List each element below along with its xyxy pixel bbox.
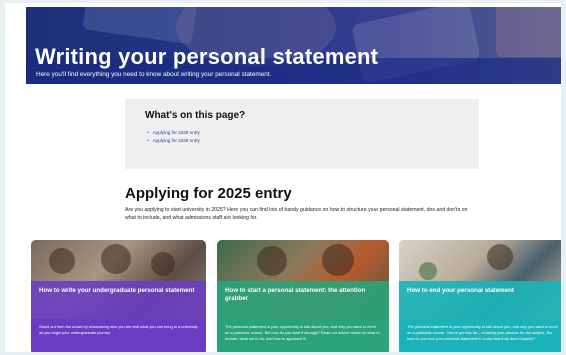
hero-photo-shape bbox=[496, 7, 561, 57]
toc-title: What's on this page? bbox=[145, 110, 246, 121]
toc-link-2025[interactable]: Applying for 2025 entry bbox=[153, 130, 200, 135]
toc-link-2026[interactable]: Applying for 2026 entry bbox=[153, 138, 200, 143]
card-start-statement[interactable]: How to start a personal statement: the a… bbox=[217, 240, 389, 352]
section-title: Applying for 2025 entry bbox=[125, 185, 292, 202]
person-shape bbox=[101, 244, 131, 274]
section-intro: Are you applying to start university in … bbox=[125, 207, 468, 221]
toc-list: Applying for 2025 entry Applying for 202… bbox=[147, 129, 200, 145]
card-description: The personal statement is your opportuni… bbox=[407, 324, 558, 341]
card-title[interactable]: How to write your undergraduate personal… bbox=[31, 281, 206, 319]
card-title[interactable]: How to start a personal statement: the a… bbox=[217, 281, 389, 319]
table-of-contents: What's on this page? Applying for 2025 e… bbox=[125, 99, 479, 169]
page: Writing your personal statement Here you… bbox=[5, 3, 561, 352]
person-shape bbox=[257, 246, 287, 276]
plant-shape bbox=[419, 262, 437, 280]
card-end-statement[interactable]: How to end your personal statement The p… bbox=[399, 240, 561, 352]
person-shape bbox=[487, 244, 513, 270]
page-title: Writing your personal statement bbox=[35, 44, 379, 69]
toc-item: Applying for 2026 entry bbox=[147, 137, 200, 145]
toc-item: Applying for 2025 entry bbox=[147, 129, 200, 137]
hero-banner: Writing your personal statement Here you… bbox=[26, 7, 561, 84]
card-description: Stand out from the crowd by showcasing w… bbox=[39, 324, 198, 335]
card-undergraduate-statement[interactable]: How to write your undergraduate personal… bbox=[31, 240, 206, 352]
person-shape bbox=[322, 244, 354, 276]
page-subtitle: Here you'll find everything you need to … bbox=[36, 71, 272, 78]
card-description: The personal statement is your opportuni… bbox=[225, 324, 380, 341]
person-shape bbox=[151, 252, 175, 276]
card-title[interactable]: How to end your personal statement bbox=[399, 281, 561, 319]
person-shape bbox=[49, 248, 75, 274]
